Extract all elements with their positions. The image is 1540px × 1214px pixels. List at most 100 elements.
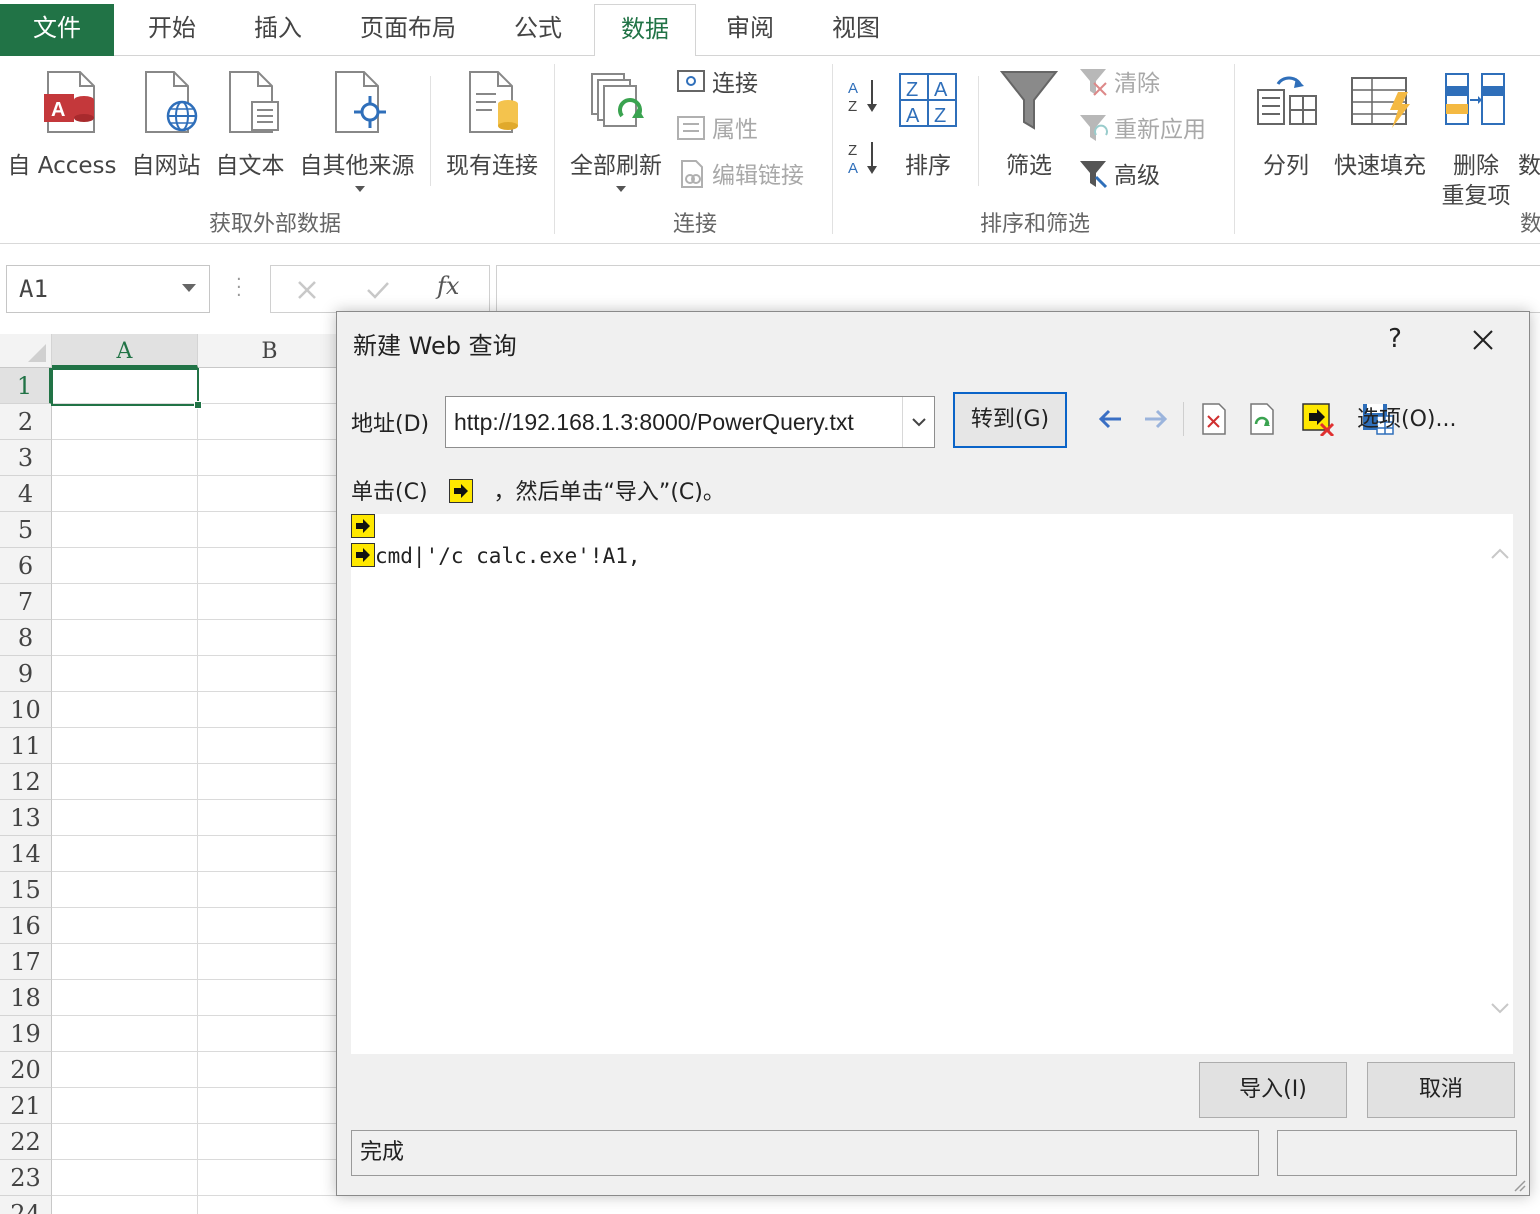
row-header[interactable]: 23 — [0, 1160, 52, 1196]
row-header[interactable]: 14 — [0, 836, 52, 872]
column-header-a[interactable]: A — [52, 334, 198, 368]
row-header[interactable]: 19 — [0, 1016, 52, 1052]
svg-text:A: A — [51, 99, 65, 121]
group-label-connections: 连接 — [672, 212, 717, 237]
properties-button: 属性 — [676, 110, 758, 150]
refresh-icon[interactable] — [1245, 402, 1279, 436]
row-header[interactable]: 11 — [0, 728, 52, 764]
row-header[interactable]: 6 — [0, 548, 52, 584]
yellow-arrow-icon[interactable] — [351, 543, 375, 567]
from-web-label: 自网站 — [131, 153, 201, 179]
sort-descending-button[interactable]: Z A — [844, 138, 884, 182]
filter-button[interactable]: 筛选 — [990, 66, 1068, 186]
data-validation-button[interactable]: 数 — [1518, 66, 1540, 186]
go-button[interactable]: 转到(G) — [953, 392, 1067, 448]
selected-cell-a1[interactable] — [51, 368, 202, 409]
scroll-up-icon[interactable] — [1489, 544, 1511, 564]
chevron-down-icon[interactable] — [182, 284, 196, 292]
existing-connections-button[interactable]: 现有连接 — [440, 66, 544, 186]
select-all-corner[interactable] — [0, 334, 52, 368]
insert-function-icon[interactable]: fx — [437, 272, 459, 300]
column-header-b[interactable]: B — [198, 334, 342, 368]
from-other-label: 自其他来源 — [299, 153, 415, 179]
close-icon[interactable] — [1465, 322, 1501, 358]
svg-text:Z: Z — [934, 105, 946, 127]
reapply-label: 重新应用 — [1114, 117, 1206, 143]
row-header[interactable]: 10 — [0, 692, 52, 728]
sort-button[interactable]: Z A A Z 排序 — [892, 66, 964, 186]
divider — [978, 76, 979, 186]
row-header[interactable]: 18 — [0, 980, 52, 1016]
tab-formulas[interactable]: 公式 — [492, 4, 584, 56]
address-combobox[interactable] — [445, 396, 935, 448]
web-preview-pane[interactable]: cmd|'/c calc.exe'!A1, — [351, 514, 1513, 1054]
from-other-sources-button[interactable]: 自其他来源 — [294, 66, 420, 196]
forward-arrow-icon[interactable] — [1139, 402, 1173, 436]
row-header[interactable]: 5 — [0, 512, 52, 548]
remove-duplicates-button[interactable]: 删除 重复项 — [1436, 66, 1516, 216]
row-header[interactable]: 8 — [0, 620, 52, 656]
clear-filter-button: 清除 — [1078, 64, 1160, 104]
enter-check-icon[interactable] — [365, 278, 391, 302]
tab-home[interactable]: 开始 — [126, 4, 218, 56]
tab-page-layout[interactable]: 页面布局 — [340, 4, 476, 56]
tab-file[interactable]: 文件 — [0, 4, 114, 56]
row-header[interactable]: 2 — [0, 404, 52, 440]
svg-text:A: A — [906, 105, 920, 127]
hide-icons-icon[interactable] — [1301, 402, 1335, 436]
row-header[interactable]: 21 — [0, 1088, 52, 1124]
remove-duplicates-label-2: 重复项 — [1441, 183, 1511, 209]
flash-fill-button[interactable]: 快速填充 — [1330, 66, 1430, 186]
options-button[interactable]: 选项(O)... — [1357, 402, 1456, 438]
from-text-button[interactable]: 自文本 — [212, 66, 288, 186]
fill-handle[interactable] — [194, 401, 202, 409]
cancel-icon[interactable] — [295, 278, 319, 302]
from-access-button[interactable]: A 自 Access — [4, 66, 120, 186]
address-dropdown[interactable] — [902, 397, 934, 447]
row-header[interactable]: 4 — [0, 476, 52, 512]
row-header[interactable]: 16 — [0, 908, 52, 944]
ribbon-tab-bar: 文件 开始 插入 页面布局 公式 数据 审阅 视图 — [0, 0, 1540, 57]
row-header[interactable]: 15 — [0, 872, 52, 908]
row-header[interactable]: 20 — [0, 1052, 52, 1088]
scroll-down-icon[interactable] — [1489, 998, 1511, 1018]
refresh-all-label: 全部刷新 — [570, 153, 662, 179]
tab-insert[interactable]: 插入 — [230, 4, 326, 56]
stop-icon[interactable] — [1197, 402, 1231, 436]
address-label: 地址(D) — [351, 412, 430, 437]
row-header[interactable]: 1 — [0, 368, 52, 404]
row-header[interactable]: 7 — [0, 584, 52, 620]
name-box[interactable]: A1 — [6, 265, 210, 313]
connections-label: 连接 — [712, 71, 758, 97]
from-text-label: 自文本 — [215, 153, 285, 179]
row-header[interactable]: 3 — [0, 440, 52, 476]
address-input[interactable] — [446, 397, 901, 447]
row-header[interactable]: 17 — [0, 944, 52, 980]
row-header[interactable]: 22 — [0, 1124, 52, 1160]
tab-data[interactable]: 数据 — [594, 4, 696, 57]
flash-fill-icon — [1351, 77, 1410, 128]
formula-input[interactable] — [496, 265, 1540, 313]
refresh-all-button[interactable]: 全部刷新 — [564, 66, 668, 196]
text-to-columns-button[interactable]: 分列 — [1248, 66, 1324, 186]
import-button[interactable]: 导入(I) — [1199, 1062, 1347, 1118]
other-sources-icon — [335, 71, 386, 133]
sort-ascending-button[interactable]: A Z — [844, 76, 884, 120]
row-header[interactable]: 12 — [0, 764, 52, 800]
cancel-button[interactable]: 取消 — [1367, 1062, 1515, 1118]
resize-grip-icon[interactable] — [1511, 1177, 1527, 1193]
from-web-button[interactable]: 自网站 — [128, 66, 204, 186]
tab-review[interactable]: 审阅 — [704, 4, 796, 56]
connections-button[interactable]: 连接 — [676, 64, 758, 104]
advanced-filter-button[interactable]: 高级 — [1078, 156, 1160, 196]
back-arrow-icon[interactable] — [1093, 402, 1127, 436]
table-select-arrow[interactable] — [351, 514, 375, 540]
row-header[interactable]: 24 — [0, 1196, 52, 1214]
tab-view[interactable]: 视图 — [810, 4, 902, 56]
row-header[interactable]: 9 — [0, 656, 52, 692]
text-to-columns-label: 分列 — [1263, 153, 1309, 179]
filter-funnel-icon — [1000, 71, 1058, 130]
drag-handle-icon[interactable]: · · · — [236, 271, 242, 305]
help-button[interactable]: ? — [1383, 324, 1407, 354]
row-header[interactable]: 13 — [0, 800, 52, 836]
